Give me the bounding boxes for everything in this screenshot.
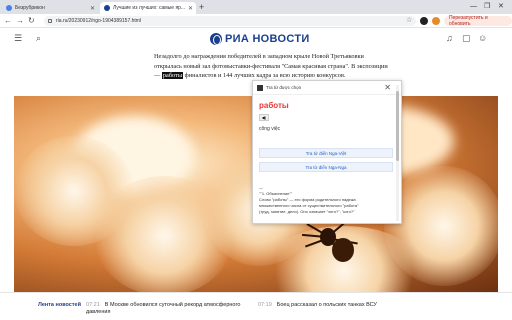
translation-text: công việc bbox=[259, 126, 281, 132]
news-item[interactable]: 07:19 Боец рассказал о польских танках ВС… bbox=[258, 302, 438, 309]
site-logo[interactable]: РИА НОВОСТИ bbox=[210, 33, 310, 45]
popup-title: Tra từ được chọn bbox=[266, 85, 302, 90]
close-window-icon[interactable]: ✕ bbox=[498, 2, 504, 12]
news-headline: Боец рассказал о польских танках ВСУ bbox=[276, 302, 377, 308]
tab-favicon bbox=[6, 5, 12, 11]
close-icon[interactable]: ✕ bbox=[384, 83, 391, 93]
dictionary-popup: Tra từ được chọn ✕ работы ◀) công việc T… bbox=[252, 80, 402, 224]
speaker-icon[interactable]: ◀) bbox=[259, 114, 269, 121]
browser-tab[interactable]: Безрубрикон ✕ bbox=[2, 2, 98, 14]
notifications-icon[interactable]: ♫ bbox=[446, 33, 453, 43]
back-icon[interactable]: ← bbox=[4, 16, 12, 26]
news-feed-link[interactable]: Лента новостей bbox=[38, 302, 81, 308]
looked-up-word: работы bbox=[259, 101, 289, 110]
popup-header: Tra từ được chọn ✕ bbox=[253, 81, 401, 95]
site-header: ☰ ⌕ РИА НОВОСТИ ♫ ▢ ☺ bbox=[0, 28, 512, 50]
selected-word[interactable]: работы bbox=[161, 72, 184, 79]
tab-close-icon[interactable]: ✕ bbox=[90, 5, 95, 12]
news-item[interactable]: 07:21 В Москве обновился суточный рекорд … bbox=[86, 302, 256, 316]
url-text: ria.ru/20230912/ngo-1904389157.html bbox=[56, 18, 142, 24]
logo-text: РИА НОВОСТИ bbox=[225, 33, 310, 45]
search-icon[interactable]: ⌕ bbox=[36, 33, 41, 43]
maximize-icon[interactable]: ❐ bbox=[484, 2, 490, 12]
tab-favicon bbox=[104, 5, 110, 11]
tab-close-icon[interactable]: ✕ bbox=[188, 5, 193, 12]
news-ticker: Лента новостей 07:21 В Москве обновился с… bbox=[0, 292, 512, 320]
plus-icon[interactable]: + bbox=[199, 2, 204, 12]
extension-icon[interactable] bbox=[420, 17, 428, 25]
tab-title: Безрубрикон bbox=[15, 5, 45, 11]
logo-globe-icon bbox=[210, 33, 222, 45]
extension-logo-icon bbox=[257, 84, 263, 91]
news-time: 07:19 bbox=[258, 302, 272, 308]
news-headline: В Москве обновился суточный рекорд атмос… bbox=[86, 302, 241, 315]
update-browser-button[interactable]: Перезапустить и обновить bbox=[444, 15, 512, 27]
dictionary-entry: — ""1. Объяснение"" Слово "работы" — это… bbox=[259, 185, 393, 215]
profile-icon[interactable]: ☺ bbox=[478, 33, 487, 43]
article-paragraph: Незадолго до награждения победителей в з… bbox=[154, 52, 392, 81]
tab-title: Лучшие из лучших: самые яр... bbox=[113, 5, 186, 11]
forward-icon[interactable]: → bbox=[16, 16, 24, 26]
browser-tab-active[interactable]: Лучшие из лучших: самые яр... ✕ bbox=[100, 2, 196, 14]
browser-toolbar: ← → ↻ ria.ru/20230912/ngo-1904389157.htm… bbox=[0, 14, 512, 28]
minimize-icon[interactable]: — bbox=[470, 2, 477, 12]
popup-scrollbar[interactable] bbox=[396, 85, 399, 221]
reload-icon[interactable]: ↻ bbox=[28, 16, 35, 26]
dict-nga-nga-button[interactable]: Tra từ điển Nga-Nga bbox=[259, 162, 393, 172]
browser-tab-strip: Безрубрикон ✕ Лучшие из лучших: самые яр… bbox=[0, 0, 512, 14]
article-text-after: финалистов и 144 лучших кадра за всю ист… bbox=[183, 72, 346, 79]
entry-line: (труд, занятие, дело). Оно означает "чег… bbox=[259, 209, 355, 214]
menu-icon[interactable]: ☰ bbox=[14, 33, 22, 43]
dict-nga-viet-button[interactable]: Tra từ điển Nga-Việt bbox=[259, 148, 393, 158]
news-time: 07:21 bbox=[86, 302, 100, 308]
lock-icon bbox=[48, 19, 52, 23]
comments-icon[interactable]: ▢ bbox=[462, 33, 471, 43]
profile-avatar[interactable] bbox=[432, 17, 440, 25]
address-bar[interactable]: ria.ru/20230912/ngo-1904389157.html bbox=[44, 16, 416, 26]
bookmark-star-icon[interactable]: ☆ bbox=[406, 16, 412, 26]
